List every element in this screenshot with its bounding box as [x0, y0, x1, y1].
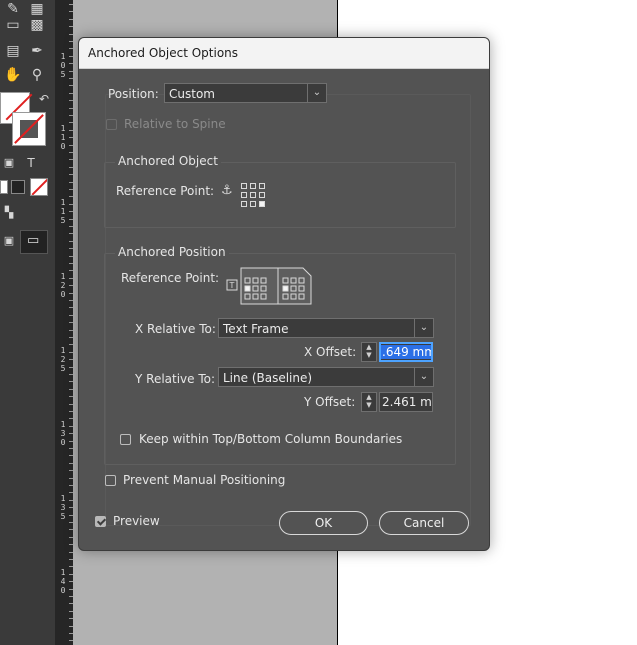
y-offset-input[interactable]: 2.461 mi — [379, 392, 433, 412]
ok-button[interactable]: OK — [279, 511, 368, 535]
preview-label: Preview — [113, 514, 160, 528]
ruler-tick-label: 1 1 0 — [60, 124, 66, 151]
preview-checkbox[interactable] — [95, 516, 106, 527]
hand-tool-icon[interactable]: ✋ — [4, 66, 22, 84]
ref-point-top-center[interactable] — [250, 183, 256, 189]
ref-point-bottom-right[interactable] — [259, 201, 265, 207]
page-spread-reference-icon[interactable]: T — [223, 266, 315, 306]
chevron-down-icon: ⌄ — [414, 368, 433, 386]
zoom-tool-icon[interactable]: ⚲ — [28, 66, 46, 84]
y-relative-value: Line (Baseline) — [223, 371, 313, 385]
ruler-tick-label: 1 1 5 — [60, 198, 66, 225]
x-relative-label: X Relative To: — [135, 322, 216, 336]
ref-point-bottom-left[interactable] — [241, 201, 247, 207]
ruler-tick-label: 1 4 0 — [60, 568, 66, 595]
dialog-titlebar[interactable]: Anchored Object Options — [79, 38, 489, 69]
x-offset-input[interactable]: .649 mm — [379, 342, 433, 362]
y-offset-value: 2.461 mi — [382, 395, 433, 409]
swap-colors-icon[interactable]: ↶ — [35, 90, 53, 108]
screen-mode-icon: ▭ — [27, 233, 40, 248]
ruler-tick-label: 1 3 0 — [60, 420, 66, 447]
ref-point-middle-right[interactable] — [259, 192, 265, 198]
apply-gradient-icon[interactable] — [11, 180, 25, 194]
ruler-tick-label: 1 0 5 — [60, 52, 66, 79]
ref-point-top-right[interactable] — [259, 183, 265, 189]
stepper-down-icon[interactable]: ▼ — [362, 351, 376, 359]
anchored-object-legend: Anchored Object — [115, 154, 221, 168]
view-mode-icon[interactable]: ▣ — [0, 232, 18, 250]
ref-point-top-left[interactable] — [241, 183, 247, 189]
position-label: Position: — [108, 87, 159, 101]
apply-color-icon[interactable] — [0, 180, 8, 194]
anchored-object-options-dialog: Anchored Object Options Position: Custom… — [78, 37, 490, 551]
ruler-tick-label: 1 2 0 — [60, 272, 66, 299]
ref-point-bottom-center[interactable] — [250, 201, 256, 207]
formatting-container-icon[interactable]: ▣ — [0, 154, 18, 172]
cancel-button[interactable]: Cancel — [379, 511, 469, 535]
position-ref-point-label: Reference Point: — [121, 271, 220, 285]
y-offset-stepper[interactable]: ▲ ▼ — [361, 392, 377, 412]
mode-icon[interactable]: ▚ — [0, 204, 18, 222]
ref-point-center[interactable] — [250, 192, 256, 198]
ref-point-middle-left[interactable] — [241, 192, 247, 198]
svg-text:T: T — [229, 281, 235, 290]
x-relative-value: Text Frame — [223, 322, 289, 336]
stepper-up-icon[interactable]: ▲ — [362, 343, 376, 351]
y-relative-label: Y Relative To: — [135, 372, 216, 386]
y-relative-select[interactable]: Line (Baseline) ⌄ — [218, 367, 434, 387]
tools-panel: ✎ ▦ ▭ ▩ ▤ ✒ ✋ ⚲ ↶ ▣ T ▚ ▣ ▭ — [0, 0, 55, 645]
eyedropper-tool-icon[interactable]: ✒ — [28, 42, 46, 60]
x-offset-label: X Offset: — [304, 345, 357, 359]
position-value: Custom — [169, 87, 215, 101]
y-offset-label: Y Offset: — [304, 395, 356, 409]
anchored-position-legend: Anchored Position — [115, 245, 229, 259]
chevron-down-icon: ⌄ — [307, 84, 326, 102]
keep-within-label: Keep within Top/Bottom Column Boundaries — [139, 432, 403, 446]
position-select[interactable]: Custom ⌄ — [164, 83, 327, 103]
anchor-icon: ⚓ — [221, 183, 233, 198]
frame-tool-icon[interactable]: ▭ — [4, 16, 22, 34]
apply-none-icon[interactable] — [30, 178, 48, 196]
x-relative-select[interactable]: Text Frame ⌄ — [218, 318, 434, 338]
x-offset-stepper[interactable]: ▲ ▼ — [361, 342, 377, 362]
keep-within-checkbox[interactable] — [120, 434, 131, 445]
stroke-swatch[interactable] — [12, 112, 46, 146]
stepper-down-icon[interactable]: ▼ — [362, 401, 376, 409]
relative-to-spine-checkbox[interactable] — [106, 119, 117, 130]
prevent-manual-checkbox[interactable] — [105, 475, 116, 486]
ruler-tick-label: 1 2 5 — [60, 346, 66, 373]
note-tool-icon[interactable]: ▤ — [4, 42, 22, 60]
gradient-tool-icon[interactable]: ▩ — [28, 16, 46, 34]
ruler-tick-label: 1 3 5 — [60, 494, 66, 521]
object-ref-point-label: Reference Point: — [116, 184, 215, 198]
stepper-up-icon[interactable]: ▲ — [362, 393, 376, 401]
screen-mode-button[interactable]: ▭ — [20, 230, 48, 254]
prevent-manual-label: Prevent Manual Positioning — [123, 473, 286, 487]
dialog-title: Anchored Object Options — [88, 46, 239, 60]
x-offset-value: .649 mm — [381, 345, 431, 359]
relative-to-spine-label: Relative to Spine — [124, 117, 226, 131]
chevron-down-icon: ⌄ — [414, 319, 433, 337]
formatting-text-icon[interactable]: T — [22, 154, 40, 172]
